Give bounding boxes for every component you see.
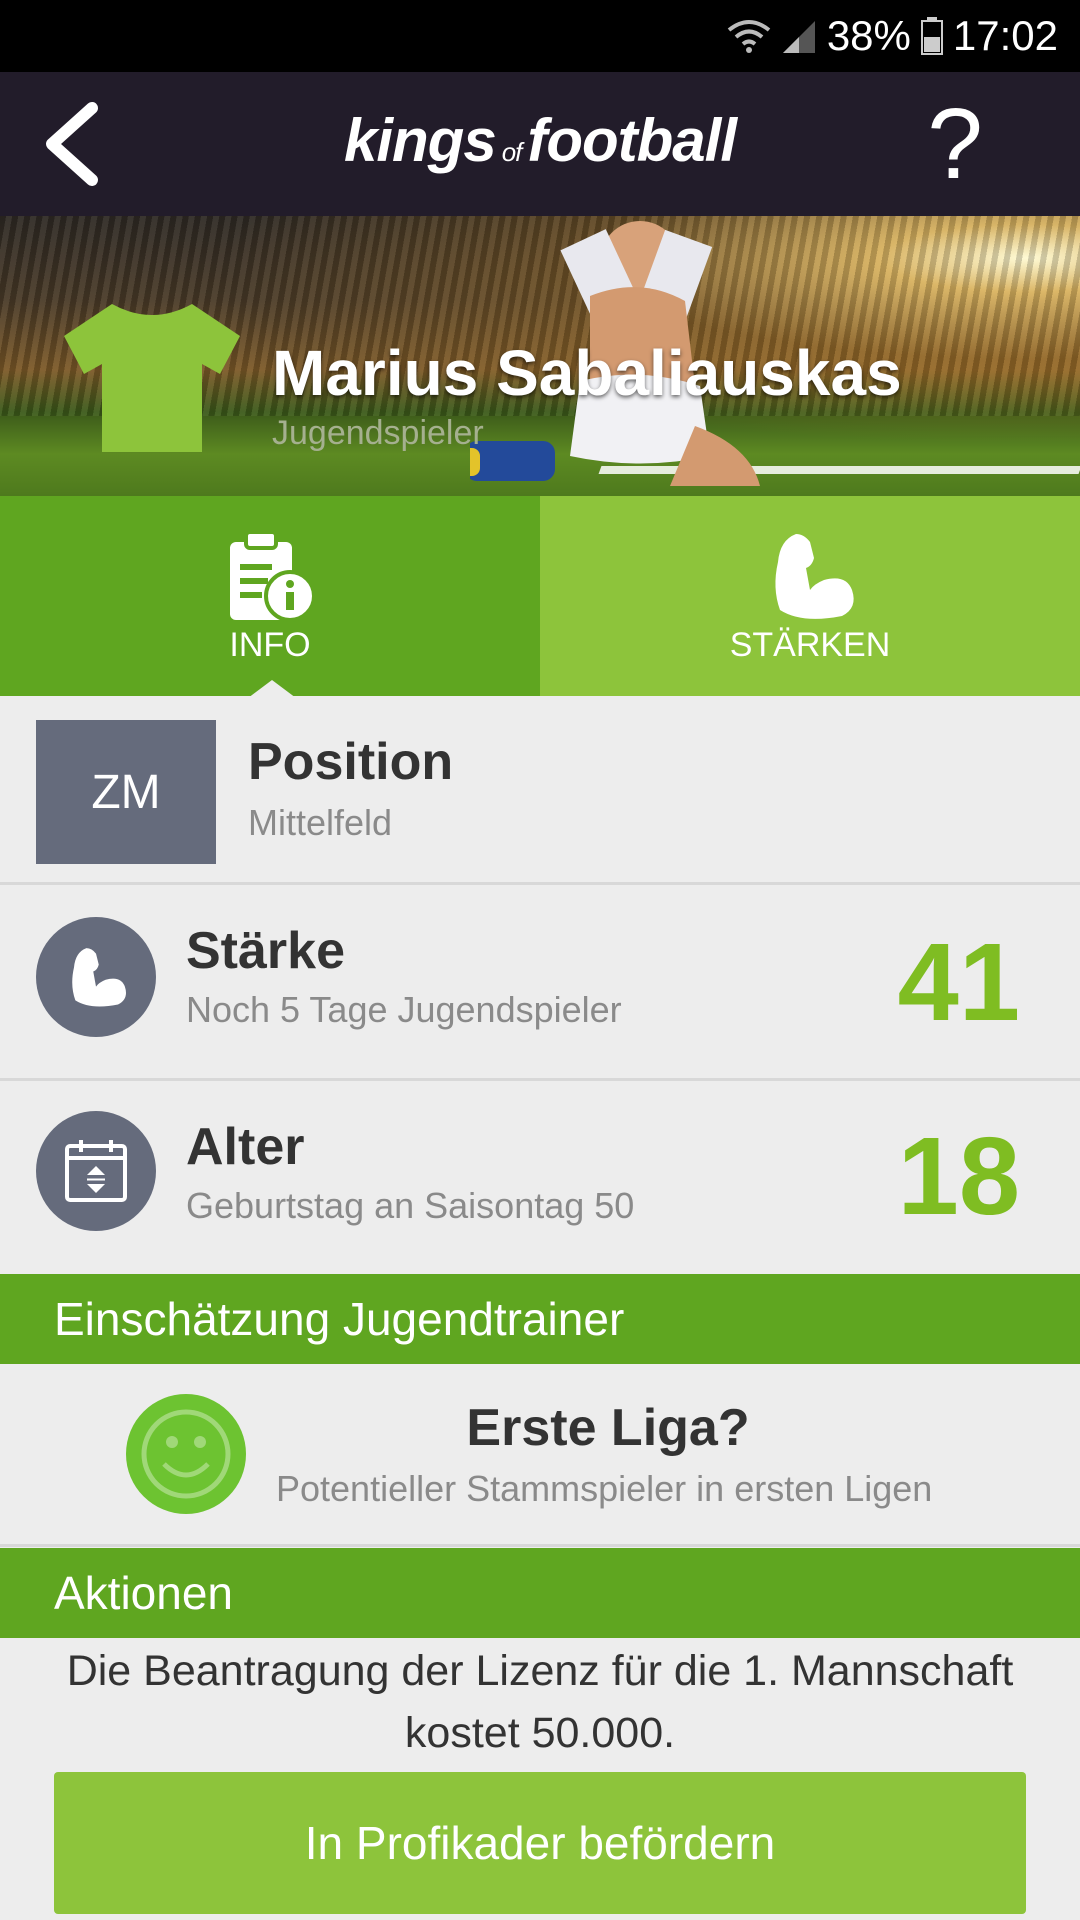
- position-badge: ZM: [36, 720, 216, 864]
- wifi-icon: [727, 20, 771, 53]
- strength-value: 41: [897, 921, 1020, 1044]
- position-row: ZM Position Mittelfeld: [0, 696, 1080, 885]
- tab-info[interactable]: INFO: [0, 496, 540, 696]
- position-value: Mittelfeld: [248, 802, 393, 843]
- smiley-icon: [126, 1394, 246, 1514]
- age-row: Alter Geburtstag an Saisontag 50 18: [0, 1081, 1080, 1274]
- app-logo: kings of football: [343, 107, 737, 174]
- flexed-arm-icon: [72, 948, 126, 1007]
- calendar-icon: [65, 1140, 127, 1202]
- status-bar: 38% 17:02: [0, 0, 1080, 72]
- strength-subtitle: Noch 5 Tage Jugendspieler: [186, 989, 622, 1030]
- player-name: Marius Sabaliauskas: [272, 337, 902, 409]
- tab-staerken[interactable]: STÄRKEN: [540, 496, 1080, 696]
- player-banner: Marius Sabaliauskas Jugendspieler: [0, 216, 1080, 496]
- strength-icon-circle: [36, 917, 156, 1037]
- age-icon-circle: [36, 1111, 156, 1231]
- strength-title: Stärke: [186, 922, 345, 980]
- help-button[interactable]: ?: [920, 92, 990, 196]
- app-bar: kings of football ?: [0, 72, 1080, 216]
- signal-icon: [782, 21, 815, 53]
- age-value: 18: [897, 1115, 1020, 1238]
- flexed-arm-icon: [775, 533, 854, 619]
- age-subtitle: Geburtstag an Saisontag 50: [186, 1185, 635, 1226]
- license-cost-text: Die Beantragung der Lizenz für die 1. Ma…: [66, 1647, 1014, 1757]
- tab-staerken-label: STÄRKEN: [729, 625, 891, 664]
- assessment-header: Einschätzung Jugendtrainer: [0, 1274, 1080, 1364]
- player-status: Jugendspieler: [272, 414, 484, 452]
- battery-percentage: 38%: [826, 12, 911, 59]
- tab-bar: INFO STÄRKEN: [0, 496, 1080, 696]
- battery-icon: [920, 17, 943, 55]
- jersey-icon: [64, 304, 240, 452]
- clock: 17:02: [952, 12, 1058, 59]
- tab-info-label: INFO: [229, 625, 311, 664]
- clipboard-info-icon: [230, 529, 316, 622]
- assessment-subtitle: Potentieller Stammspieler in ersten Lige…: [276, 1468, 933, 1509]
- strength-row: Stärke Noch 5 Tage Jugendspieler 41: [0, 885, 1080, 1081]
- promote-to-pro-button[interactable]: In Profikader befördern: [54, 1772, 1026, 1914]
- actions-header: Aktionen: [0, 1548, 1080, 1638]
- position-title: Position: [248, 733, 454, 791]
- age-title: Alter: [186, 1118, 305, 1176]
